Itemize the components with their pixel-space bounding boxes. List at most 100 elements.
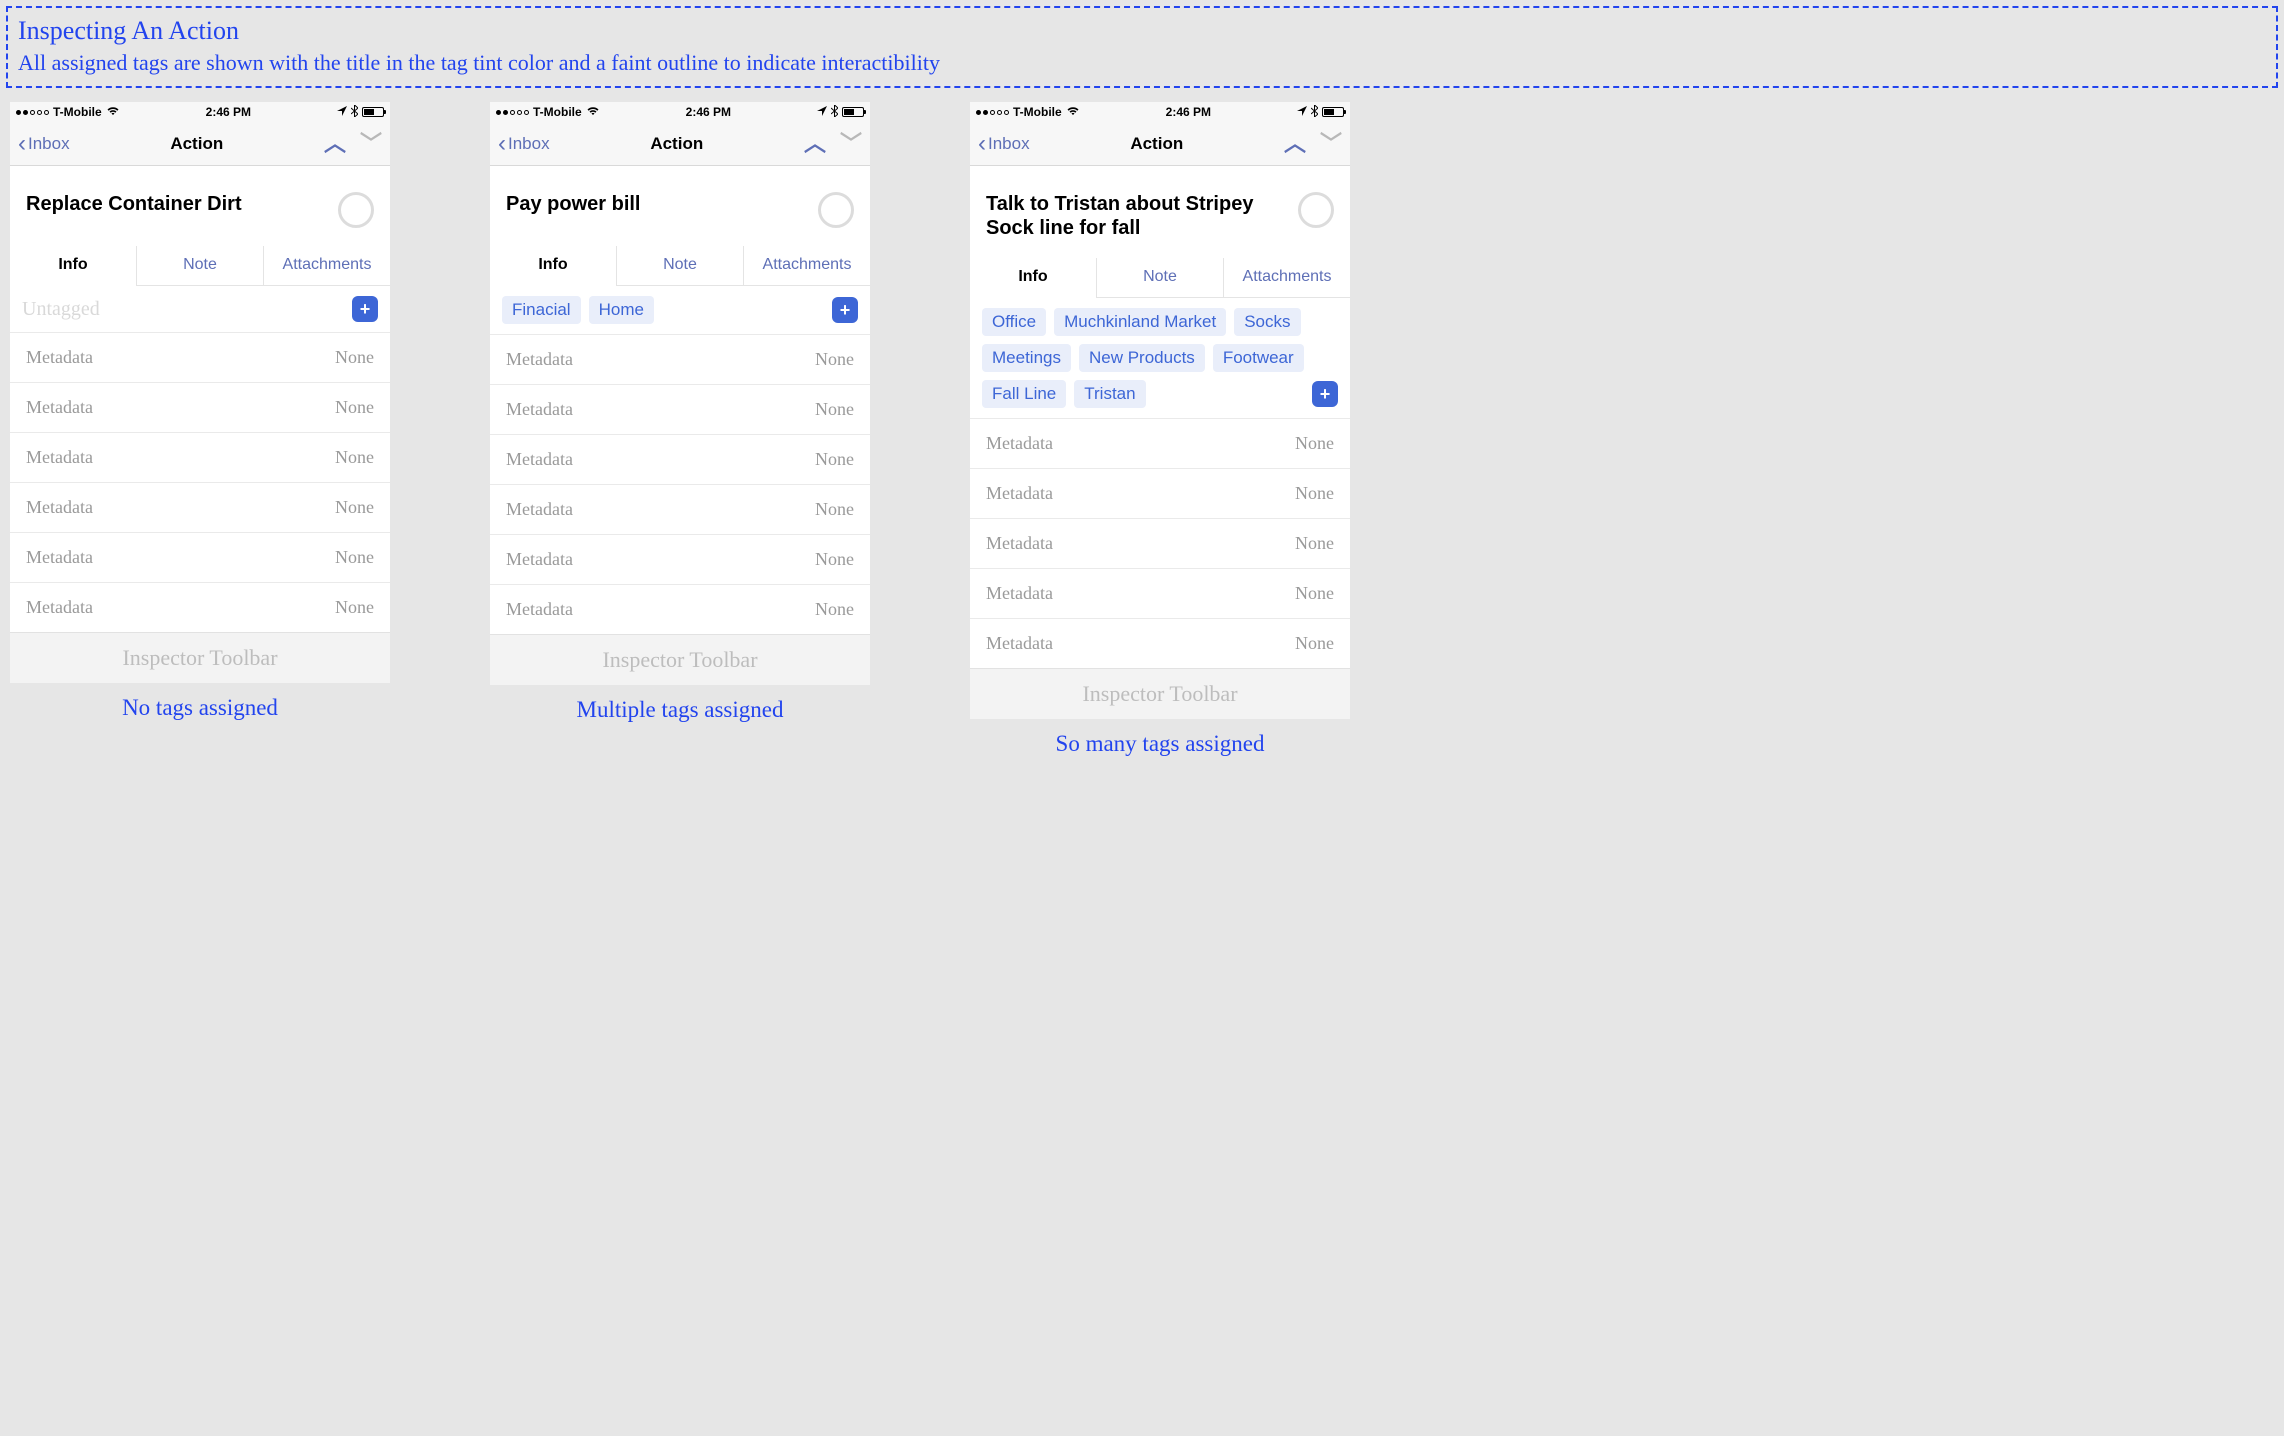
metadata-key: Metadata (26, 547, 93, 568)
metadata-key: Metadata (26, 347, 93, 368)
tag-chip[interactable]: Office (982, 308, 1046, 336)
metadata-key: Metadata (986, 533, 1053, 554)
battery-icon (362, 107, 384, 117)
metadata-key: Metadata (26, 597, 93, 618)
metadata-row[interactable]: Metadata None (970, 418, 1350, 468)
tab-info[interactable]: Info (970, 258, 1096, 298)
metadata-row[interactable]: Metadata None (490, 334, 870, 384)
carrier-label: T-Mobile (1013, 105, 1062, 119)
metadata-value: None (815, 349, 854, 370)
tags-region: Untagged + (10, 286, 390, 332)
plus-icon: + (360, 300, 371, 318)
status-circle-button[interactable] (338, 192, 374, 228)
metadata-key: Metadata (26, 447, 93, 468)
action-title[interactable]: Replace Container Dirt (26, 192, 326, 216)
tag-chip[interactable]: Fall Line (982, 380, 1066, 408)
tab-attachments[interactable]: Attachments (1223, 258, 1350, 297)
metadata-row[interactable]: Metadata None (970, 468, 1350, 518)
chevron-left-icon: ‹ (498, 132, 506, 156)
metadata-value: None (335, 347, 374, 368)
tab-attachments[interactable]: Attachments (263, 246, 390, 285)
metadata-list: Metadata None Metadata None Metadata Non… (10, 332, 390, 632)
metadata-row[interactable]: Metadata None (490, 484, 870, 534)
next-action-button[interactable]: ﹀ (840, 133, 862, 155)
plus-icon: + (1320, 385, 1331, 403)
status-circle-button[interactable] (1298, 192, 1334, 228)
back-button[interactable]: ‹ Inbox (498, 132, 550, 156)
add-tag-button[interactable]: + (832, 297, 858, 323)
tag-chip[interactable]: Footwear (1213, 344, 1304, 372)
clock-label: 2:46 PM (1166, 105, 1211, 119)
status-bar: T-Mobile 2:46 PM (490, 102, 870, 122)
chevron-left-icon: ‹ (978, 132, 986, 156)
signal-dots-icon (496, 110, 529, 115)
untagged-placeholder: Untagged (22, 298, 100, 321)
previous-action-button[interactable]: ︿ (804, 133, 826, 155)
metadata-row[interactable]: Metadata None (10, 482, 390, 532)
metadata-row[interactable]: Metadata None (970, 518, 1350, 568)
metadata-row[interactable]: Metadata None (490, 584, 870, 634)
back-label: Inbox (28, 134, 70, 154)
bluetooth-icon (831, 105, 838, 120)
screens-row: T-Mobile 2:46 PM ‹ Inbox Action ︿ ﹀ Repl… (6, 102, 2278, 757)
chevron-left-icon: ‹ (18, 132, 26, 156)
tag-chip[interactable]: Muchkinland Market (1054, 308, 1226, 336)
wifi-icon (586, 105, 600, 119)
tab-note[interactable]: Note (616, 246, 743, 285)
metadata-key: Metadata (506, 599, 573, 620)
next-action-button[interactable]: ﹀ (1320, 133, 1342, 155)
signal-dots-icon (976, 110, 1009, 115)
add-tag-button[interactable]: + (352, 296, 378, 322)
next-action-button[interactable]: ﹀ (360, 133, 382, 155)
metadata-row[interactable]: Metadata None (970, 618, 1350, 668)
previous-action-button[interactable]: ︿ (1284, 133, 1306, 155)
metadata-value: None (815, 399, 854, 420)
tab-info[interactable]: Info (10, 246, 136, 286)
previous-action-button[interactable]: ︿ (324, 133, 346, 155)
nav-title: Action (170, 134, 223, 154)
screen-column: T-Mobile 2:46 PM ‹ Inbox Action ︿ ﹀ Pay … (490, 102, 870, 757)
tag-chip[interactable]: New Products (1079, 344, 1205, 372)
tab-attachments[interactable]: Attachments (743, 246, 870, 285)
metadata-row[interactable]: Metadata None (10, 582, 390, 632)
back-button[interactable]: ‹ Inbox (978, 132, 1030, 156)
metadata-value: None (1295, 583, 1334, 604)
signal-dots-icon (16, 110, 49, 115)
metadata-key: Metadata (986, 583, 1053, 604)
action-title[interactable]: Talk to Tristan about Stripey Sock line … (986, 192, 1286, 240)
metadata-value: None (335, 447, 374, 468)
metadata-value: None (1295, 433, 1334, 454)
metadata-value: None (335, 397, 374, 418)
metadata-row[interactable]: Metadata None (10, 532, 390, 582)
tab-note[interactable]: Note (1096, 258, 1223, 297)
tag-chip[interactable]: Tristan (1074, 380, 1145, 408)
add-tag-button[interactable]: + (1312, 381, 1338, 407)
screen-caption: No tags assigned (122, 695, 278, 721)
tag-chip[interactable]: Meetings (982, 344, 1071, 372)
nav-title: Action (1130, 134, 1183, 154)
back-button[interactable]: ‹ Inbox (18, 132, 70, 156)
action-title[interactable]: Pay power bill (506, 192, 806, 216)
metadata-value: None (815, 499, 854, 520)
metadata-key: Metadata (506, 349, 573, 370)
nav-updown: ︿ ﹀ (1284, 133, 1342, 155)
annotation-banner: Inspecting An Action All assigned tags a… (6, 6, 2278, 88)
metadata-row[interactable]: Metadata None (490, 434, 870, 484)
action-header: Pay power bill (490, 166, 870, 246)
metadata-row[interactable]: Metadata None (490, 384, 870, 434)
metadata-key: Metadata (26, 397, 93, 418)
metadata-row[interactable]: Metadata None (10, 432, 390, 482)
metadata-row[interactable]: Metadata None (10, 332, 390, 382)
metadata-row[interactable]: Metadata None (490, 534, 870, 584)
location-icon (1297, 105, 1307, 119)
tag-chip[interactable]: Finacial (502, 296, 581, 324)
tag-chip[interactable]: Home (589, 296, 654, 324)
metadata-row[interactable]: Metadata None (10, 382, 390, 432)
tag-chip[interactable]: Socks (1234, 308, 1300, 336)
status-circle-button[interactable] (818, 192, 854, 228)
tab-info[interactable]: Info (490, 246, 616, 286)
inspector-toolbar: Inspector Toolbar (10, 632, 390, 683)
metadata-row[interactable]: Metadata None (970, 568, 1350, 618)
tab-note[interactable]: Note (136, 246, 263, 285)
statusbar-right (817, 105, 864, 120)
